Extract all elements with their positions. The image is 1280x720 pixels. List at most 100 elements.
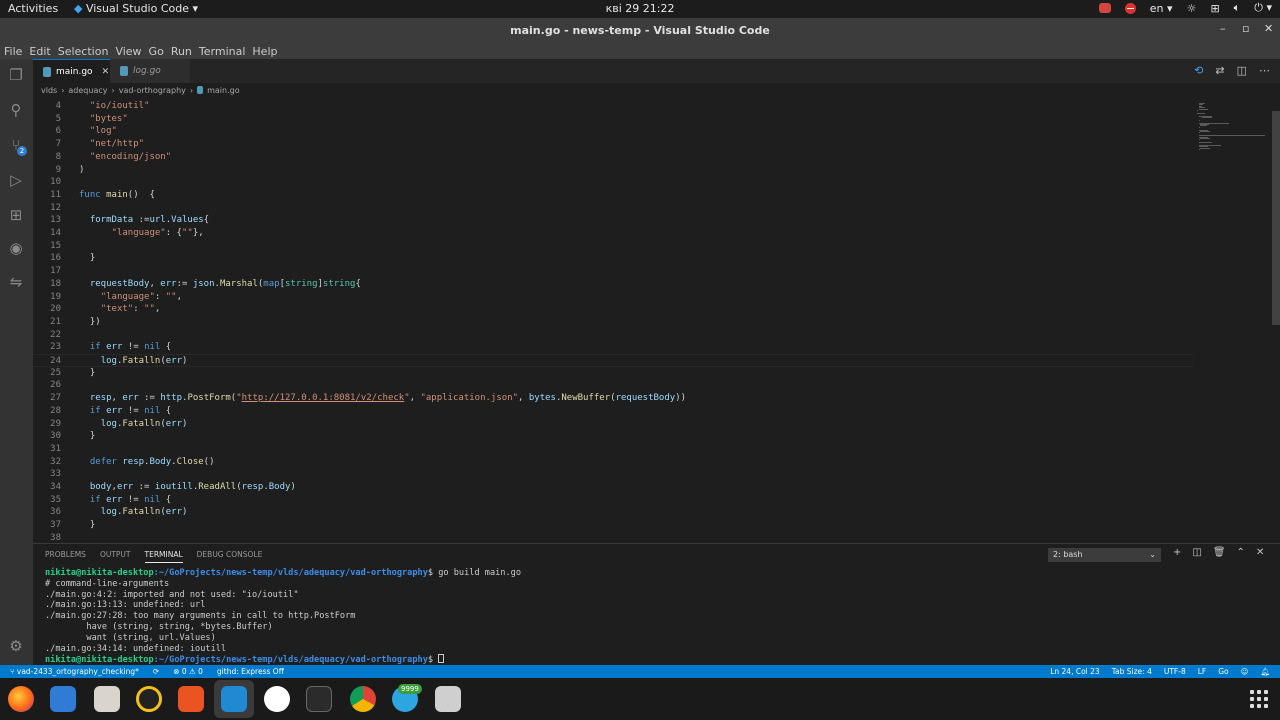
notifications-icon[interactable]: 🔔︎	[1260, 667, 1270, 676]
code-line[interactable]: 22	[33, 329, 1193, 342]
tab-debug-console[interactable]: DEBUG CONSOLE	[197, 550, 263, 563]
code-line[interactable]: 19 "language": "",	[33, 291, 1193, 304]
menu-run[interactable]: Run	[171, 45, 192, 58]
maximize-icon[interactable]: ▫	[1242, 22, 1249, 35]
language-mode[interactable]: Go	[1218, 667, 1228, 676]
breadcrumb-item[interactable]: vlds	[41, 86, 57, 95]
code-line[interactable]: 29 log.Fatalln(err)	[33, 418, 1193, 431]
run-debug-icon[interactable]: ▷	[7, 171, 25, 189]
menu-selection[interactable]: Selection	[58, 45, 109, 58]
code-line[interactable]: 14 "language": {""},	[33, 227, 1193, 240]
code-editor[interactable]: 4 "io/ioutil" 5 "bytes" 6 "log" 7 "net/http…	[33, 97, 1193, 543]
code-line[interactable]: 28 if err != nil {	[33, 405, 1193, 418]
software-center-icon[interactable]	[178, 686, 204, 712]
code-line[interactable]: 8 "encoding/json"	[33, 151, 1193, 164]
breadcrumb-item[interactable]: adequacy	[68, 86, 107, 95]
menu-view[interactable]: View	[115, 45, 141, 58]
settings-gear-icon[interactable]: ⚙	[7, 637, 25, 655]
tab-terminal[interactable]: TERMINAL	[144, 550, 183, 563]
files-icon[interactable]	[94, 686, 120, 712]
menu-file[interactable]: File	[4, 45, 22, 58]
code-line[interactable]: 31	[33, 443, 1193, 456]
do-not-disturb-icon[interactable]	[1124, 2, 1136, 14]
menu-help[interactable]: Help	[252, 45, 277, 58]
code-line[interactable]: 30 }	[33, 430, 1193, 443]
code-line[interactable]: 25 }	[33, 367, 1193, 380]
terminal-select[interactable]: 2: bash ⌄	[1048, 548, 1161, 562]
brightness-icon[interactable]: ☼	[1187, 2, 1197, 15]
terminal-icon[interactable]	[306, 686, 332, 712]
chrome-icon[interactable]	[350, 686, 376, 712]
breadcrumb-item[interactable]: vad-orthography	[119, 86, 186, 95]
code-line[interactable]: 9)	[33, 164, 1193, 177]
code-line[interactable]: 35 if err != nil {	[33, 494, 1193, 507]
new-terminal-icon[interactable]: +	[1173, 547, 1181, 558]
code-line[interactable]: 26	[33, 379, 1193, 392]
volume-icon[interactable]: 🔈︎	[1234, 1, 1241, 15]
line-ending[interactable]: LF	[1198, 667, 1207, 676]
screenshot-icon[interactable]	[435, 686, 461, 712]
tab-output[interactable]: OUTPUT	[100, 550, 131, 563]
menu-go[interactable]: Go	[149, 45, 164, 58]
code-line[interactable]: 20 "text": "",	[33, 303, 1193, 316]
code-line[interactable]: 23 if err != nil {	[33, 341, 1193, 354]
app-menu[interactable]: ◆ Visual Studio Code ▾	[74, 2, 198, 15]
power-icon[interactable]: ⏻ ▾	[1254, 1, 1272, 15]
code-line[interactable]: 4 "io/ioutil"	[33, 100, 1193, 113]
close-panel-icon[interactable]: ✕	[1256, 547, 1264, 558]
vscode-icon[interactable]	[221, 686, 247, 712]
split-terminal-icon[interactable]: ◫	[1192, 547, 1201, 558]
code-line[interactable]: 6 "log"	[33, 125, 1193, 138]
open-changes-icon[interactable]: ⇄	[1215, 64, 1224, 77]
encoding[interactable]: UTF-8	[1164, 667, 1186, 676]
minimize-icon[interactable]: –	[1220, 22, 1226, 35]
firefox-icon[interactable]	[8, 686, 34, 712]
problems-indicator[interactable]: ⊗ 0 ⚠ 0	[173, 667, 203, 676]
code-line[interactable]: 16 }	[33, 252, 1193, 265]
code-line[interactable]: 21 })	[33, 316, 1193, 329]
code-line[interactable]: 24 log.Fatalln(err)	[33, 354, 1193, 367]
code-line[interactable]: 27 resp, err := http.PostForm("http://12…	[33, 392, 1193, 405]
feedback-icon[interactable]: ☺	[1241, 667, 1249, 676]
tab-log-go[interactable]: log.go	[110, 59, 190, 83]
terminal-output[interactable]: nikita@nikita-desktop:~/GoProjects/news-…	[45, 568, 521, 666]
tab-size[interactable]: Tab Size: 4	[1112, 667, 1152, 676]
code-line[interactable]: 11 func main() {	[33, 189, 1193, 202]
network-icon[interactable]: ⊞	[1210, 2, 1219, 15]
kill-terminal-icon[interactable]: 🗑︎	[1213, 547, 1226, 558]
code-line[interactable]: 33	[33, 468, 1193, 481]
explorer-icon[interactable]: ❐	[7, 66, 25, 84]
close-tab-icon[interactable]: ✕	[102, 67, 110, 77]
branch-indicator[interactable]: ⑂ vad-2433_ortography_checking*	[10, 667, 139, 676]
activities-button[interactable]: Activities	[8, 2, 58, 15]
breadcrumb-item[interactable]: main.go	[207, 86, 240, 95]
rhythmbox-icon[interactable]	[136, 686, 162, 712]
code-line[interactable]: 10	[33, 176, 1193, 189]
close-window-icon[interactable]: ✕	[1264, 22, 1273, 35]
sync-icon[interactable]: ⟳	[153, 667, 159, 676]
code-line[interactable]: 7 "net/http"	[33, 138, 1193, 151]
tab-problems[interactable]: PROBLEMS	[45, 550, 86, 563]
maximize-panel-icon[interactable]: ⌃	[1237, 547, 1245, 558]
more-actions-icon[interactable]: ⋯	[1259, 64, 1270, 77]
keyboard-layout[interactable]: en ▾	[1150, 2, 1173, 15]
menu-terminal[interactable]: Terminal	[199, 45, 246, 58]
search-icon[interactable]: ⚲	[7, 101, 25, 119]
code-line[interactable]: 17	[33, 265, 1193, 278]
code-line[interactable]: 37 }	[33, 519, 1193, 532]
extensions-icon[interactable]: ⊞	[7, 206, 25, 224]
recording-icon[interactable]	[1098, 3, 1111, 13]
thunderbird-icon[interactable]	[50, 686, 76, 712]
show-applications-icon[interactable]	[1250, 690, 1268, 708]
code-line[interactable]: 36 log.Fatalln(err)	[33, 506, 1193, 519]
cursor-position[interactable]: Ln 24, Col 23	[1050, 667, 1099, 676]
githd-indicator[interactable]: githd: Express Off	[217, 667, 284, 676]
compare-changes-icon[interactable]: ⟲	[1194, 64, 1203, 77]
code-line[interactable]: 38	[33, 532, 1193, 543]
scrollbar-thumb[interactable]	[1272, 111, 1280, 325]
remote-explorer-icon[interactable]: ⇋	[7, 273, 25, 291]
github-icon[interactable]: ◉	[7, 239, 25, 257]
code-line[interactable]: 12	[33, 202, 1193, 215]
minimap[interactable]	[1193, 97, 1271, 543]
code-line[interactable]: 15	[33, 240, 1193, 253]
